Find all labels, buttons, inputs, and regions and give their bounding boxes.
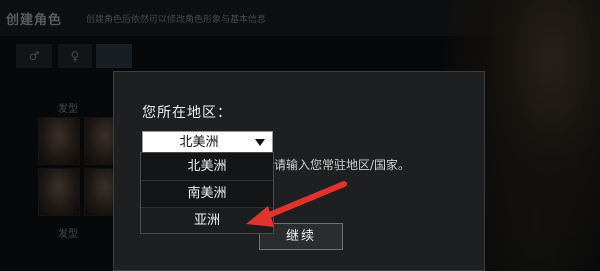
region-select-value: 北美洲 bbox=[179, 135, 219, 150]
region-option-south-america[interactable]: 南美洲 bbox=[141, 180, 273, 206]
region-option-asia[interactable]: 亚洲 bbox=[141, 207, 273, 233]
region-dropdown-list: 北美洲 南美洲 亚洲 bbox=[140, 152, 274, 234]
dialog-title: 您所在地区： bbox=[142, 105, 232, 121]
region-select[interactable]: 北美洲 bbox=[142, 131, 273, 154]
triangle-down-icon bbox=[255, 139, 265, 146]
region-option-north-america[interactable]: 北美洲 bbox=[141, 154, 273, 180]
